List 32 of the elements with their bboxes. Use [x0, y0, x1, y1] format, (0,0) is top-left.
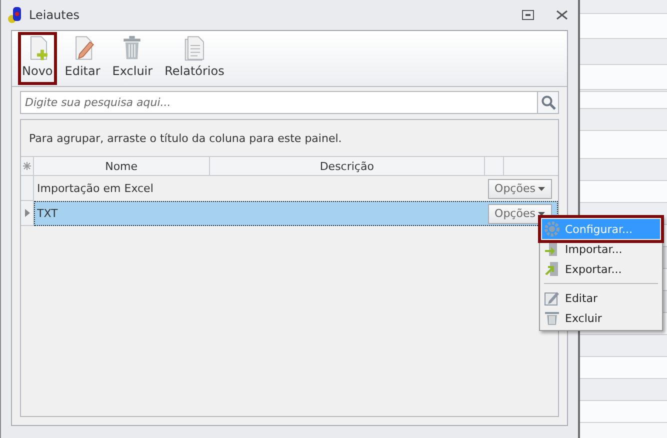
menu-item[interactable]: Excluir: [542, 308, 660, 328]
asterisk-icon: [22, 162, 31, 170]
menu-item[interactable]: Importar...: [542, 239, 660, 259]
export-document-icon: [544, 261, 560, 277]
menu-item[interactable]: Editar: [542, 288, 660, 308]
table-cell: Importação em Excel: [37, 182, 154, 195]
table-row[interactable]: Importação em Excel Opções: [34, 176, 558, 201]
search-button[interactable]: [538, 91, 559, 114]
toolbar-button[interactable]: Relatórios: [160, 32, 228, 85]
restore-icon[interactable]: [522, 10, 534, 20]
toolbar-button[interactable]: Excluir: [108, 32, 157, 85]
app-icon: [7, 6, 23, 24]
gear-icon: [544, 221, 560, 237]
import-document-icon: [544, 241, 560, 257]
column-header[interactable]: Descrição: [210, 156, 486, 176]
trash-icon: [544, 310, 560, 326]
column-header[interactable]: Nome: [34, 156, 210, 176]
search-field[interactable]: Digite sua pesquisa aqui...: [20, 91, 538, 114]
row-pointer-icon: [24, 209, 30, 217]
table-row[interactable]: TXT Opções: [34, 201, 558, 226]
toolbar-button[interactable]: Editar: [60, 32, 104, 85]
caret-icon: [538, 186, 546, 190]
edit-icon: [544, 290, 560, 306]
trash-icon: [121, 35, 144, 61]
group-panel-hint: Para agrupar, arraste o título da coluna para este painel.: [28, 131, 343, 147]
options-button[interactable]: Opções: [488, 204, 552, 224]
table-cell: TXT: [37, 207, 58, 220]
toolbar-button[interactable]: Novo: [18, 32, 57, 85]
window-title: Leiautes: [29, 8, 80, 22]
menu-item[interactable]: Exportar...: [542, 259, 660, 279]
options-button[interactable]: Opções: [488, 178, 552, 198]
close-icon[interactable]: [556, 10, 568, 20]
